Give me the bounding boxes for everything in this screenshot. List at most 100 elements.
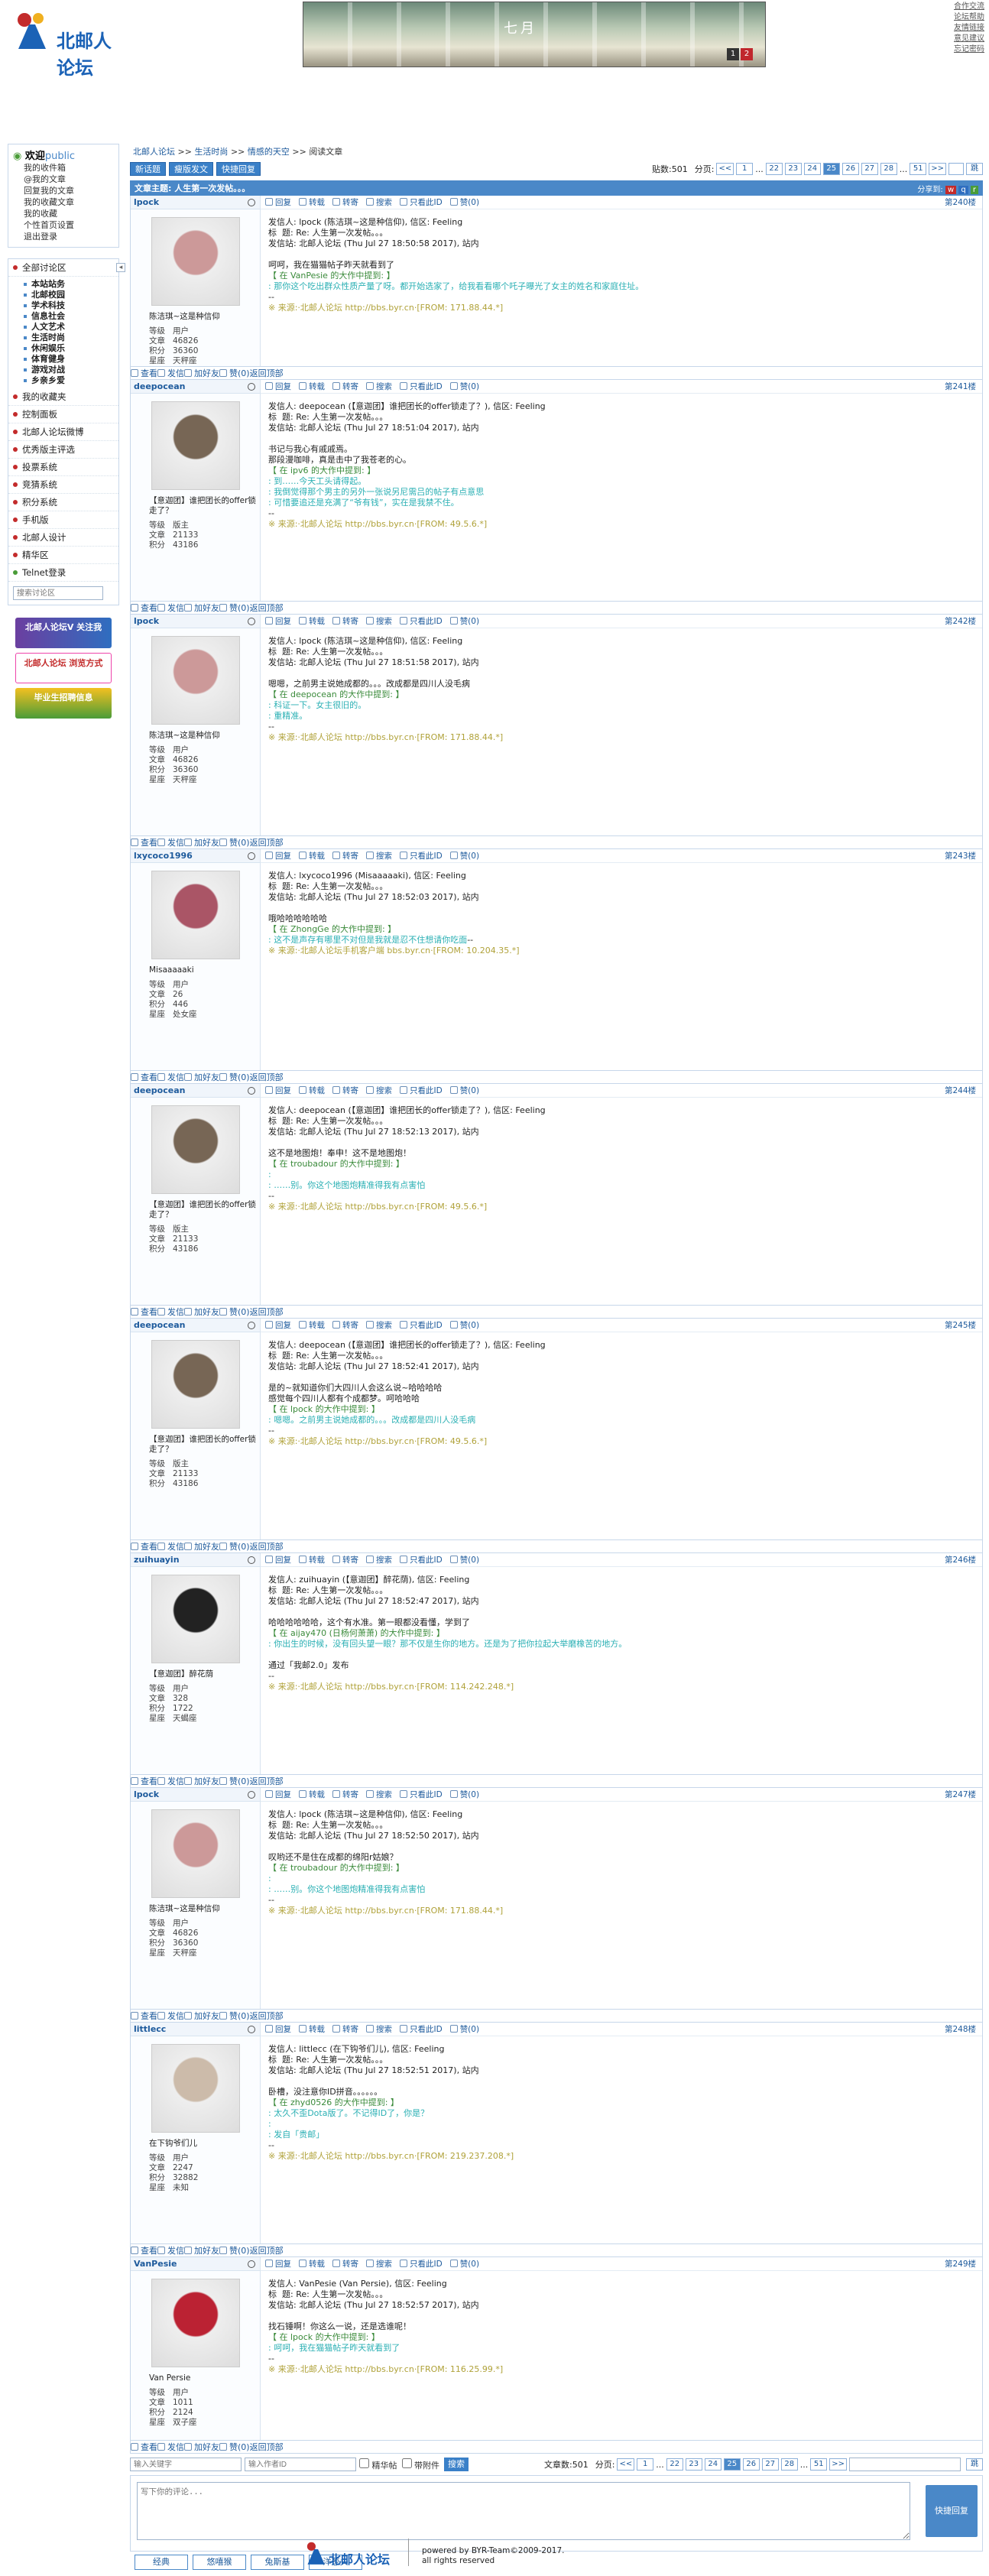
floor-number[interactable]: 第242楼 <box>945 615 976 627</box>
view-profile-link[interactable]: 查看 <box>131 2442 157 2452</box>
author-id-link[interactable]: lxycoco1996 <box>134 851 193 861</box>
back-to-top-link[interactable]: 返回顶部 <box>250 2011 284 2021</box>
op-like[interactable]: 赞(0) <box>449 2023 479 2035</box>
link-help[interactable]: 论坛帮助 <box>954 12 984 23</box>
quick-reply-submit[interactable]: 快捷回复 <box>926 2485 978 2537</box>
page-jump-button[interactable]: 跳 <box>966 163 983 175</box>
section-3[interactable]: 信息社会 <box>8 311 118 322</box>
reply-textarea[interactable] <box>137 2482 910 2540</box>
sidebar-all-sections[interactable]: 全部讨论区 <box>8 259 118 277</box>
section-1[interactable]: 北邮校园 <box>8 290 118 300</box>
page-jump-input[interactable] <box>948 163 964 175</box>
like-button[interactable]: 赞(0) <box>219 603 250 613</box>
op-only-this-id[interactable]: 只看此ID <box>400 850 443 861</box>
op-reply[interactable]: 回复 <box>265 850 291 861</box>
author-id-link[interactable]: deepocean <box>134 1320 185 1330</box>
op-forward[interactable]: 转寄 <box>332 615 358 627</box>
back-to-top-link[interactable]: 返回顶部 <box>250 368 284 378</box>
section-4[interactable]: 人文艺术 <box>8 322 118 333</box>
op-forward[interactable]: 转寄 <box>332 1085 358 1096</box>
avatar[interactable] <box>151 636 240 725</box>
username[interactable]: public <box>45 151 75 162</box>
floor-number[interactable]: 第245楼 <box>945 1319 976 1331</box>
op-reply[interactable]: 回复 <box>265 1789 291 1800</box>
page-link[interactable]: 51 <box>910 163 927 175</box>
op-reply[interactable]: 回复 <box>265 381 291 392</box>
sidebar-logout[interactable]: 退出登录 <box>13 231 114 242</box>
avatar[interactable] <box>151 401 240 490</box>
view-profile-link[interactable]: 查看 <box>131 2246 157 2256</box>
sidebar-mod-vote[interactable]: 优秀版主评选 <box>8 441 118 459</box>
like-button[interactable]: 赞(0) <box>219 368 250 378</box>
view-profile-link[interactable]: 查看 <box>131 1307 157 1317</box>
op-only-this-id[interactable]: 只看此ID <box>400 615 443 627</box>
view-profile-link[interactable]: 查看 <box>131 1542 157 1552</box>
op-repost[interactable]: 转载 <box>299 2258 325 2269</box>
back-to-top-link[interactable]: 返回顶部 <box>250 1776 284 1786</box>
op-like[interactable]: 赞(0) <box>449 850 479 861</box>
page-link[interactable]: 27 <box>761 2458 779 2471</box>
floor-number[interactable]: 第248楼 <box>945 2023 976 2035</box>
view-profile-link[interactable]: 查看 <box>131 838 157 848</box>
banner-page-2[interactable]: 2 <box>741 48 753 60</box>
like-button[interactable]: 赞(0) <box>219 2246 250 2256</box>
back-to-top-link[interactable]: 返回顶部 <box>250 1307 284 1317</box>
op-only-this-id[interactable]: 只看此ID <box>400 196 443 208</box>
section-6[interactable]: 休闲娱乐 <box>8 343 118 354</box>
promo-weibo[interactable]: 北邮人论坛V 关注我 <box>15 618 112 648</box>
section-8[interactable]: 游戏对战 <box>8 365 118 375</box>
op-search[interactable]: 搜索 <box>366 1789 392 1800</box>
page-link[interactable]: 51 <box>810 2458 828 2471</box>
op-forward[interactable]: 转寄 <box>332 1554 358 1565</box>
author-id-link[interactable]: deepocean <box>134 1085 185 1095</box>
sidebar-digest[interactable]: 精华区 <box>8 547 118 564</box>
op-reply[interactable]: 回复 <box>265 1319 291 1331</box>
page-jump-input[interactable] <box>849 2458 961 2471</box>
digest-checkbox[interactable] <box>359 2458 369 2468</box>
slim-post-button[interactable]: 瘦版发文 <box>169 162 213 176</box>
add-friend-link[interactable]: 加好友 <box>184 2011 219 2021</box>
sidebar-telnet[interactable]: Telnet登录 <box>8 564 118 582</box>
avatar[interactable] <box>151 217 240 306</box>
share-qq-icon[interactable]: q <box>958 185 968 194</box>
send-mail-link[interactable]: 发信 <box>157 838 184 848</box>
floor-number[interactable]: 第241楼 <box>945 381 976 392</box>
like-button[interactable]: 赞(0) <box>219 838 250 848</box>
section-0[interactable]: 本站站务 <box>8 279 118 290</box>
page-first[interactable]: << <box>716 163 734 175</box>
quick-reply-button[interactable]: 快捷回复 <box>216 162 261 176</box>
op-like[interactable]: 赞(0) <box>449 1554 479 1565</box>
sidebar-design[interactable]: 北邮人设计 <box>8 529 118 547</box>
op-search[interactable]: 搜索 <box>366 615 392 627</box>
sidebar-reply-me[interactable]: 回复我的文章 <box>13 185 114 196</box>
op-reply[interactable]: 回复 <box>265 196 291 208</box>
page-link[interactable]: 28 <box>880 163 897 175</box>
avatar[interactable] <box>151 1575 240 1663</box>
view-profile-link[interactable]: 查看 <box>131 1072 157 1082</box>
op-only-this-id[interactable]: 只看此ID <box>400 1554 443 1565</box>
op-like[interactable]: 赞(0) <box>449 2258 479 2269</box>
send-mail-link[interactable]: 发信 <box>157 2246 184 2256</box>
floor-number[interactable]: 第249楼 <box>945 2258 976 2269</box>
add-friend-link[interactable]: 加好友 <box>184 838 219 848</box>
avatar[interactable] <box>151 1105 240 1194</box>
section-9[interactable]: 乡亲乡爱 <box>8 375 118 386</box>
back-to-top-link[interactable]: 返回顶部 <box>250 2246 284 2256</box>
op-forward[interactable]: 转寄 <box>332 2023 358 2035</box>
sidebar-control-panel[interactable]: 控制面板 <box>8 406 118 423</box>
sidebar-weibo[interactable]: 北邮人论坛微博 <box>8 423 118 441</box>
sidebar-search-input[interactable] <box>13 586 103 600</box>
page-last[interactable]: >> <box>929 163 946 175</box>
add-friend-link[interactable]: 加好友 <box>184 2246 219 2256</box>
op-repost[interactable]: 转载 <box>299 2023 325 2035</box>
op-only-this-id[interactable]: 只看此ID <box>400 1085 443 1096</box>
floor-number[interactable]: 第240楼 <box>945 196 976 208</box>
op-reply[interactable]: 回复 <box>265 615 291 627</box>
op-repost[interactable]: 转载 <box>299 1789 325 1800</box>
like-button[interactable]: 赞(0) <box>219 1307 250 1317</box>
op-only-this-id[interactable]: 只看此ID <box>400 381 443 392</box>
op-repost[interactable]: 转载 <box>299 196 325 208</box>
op-repost[interactable]: 转载 <box>299 850 325 861</box>
sidebar-favorites[interactable]: 我的收藏 <box>13 208 114 219</box>
page-last[interactable]: >> <box>829 2458 847 2471</box>
